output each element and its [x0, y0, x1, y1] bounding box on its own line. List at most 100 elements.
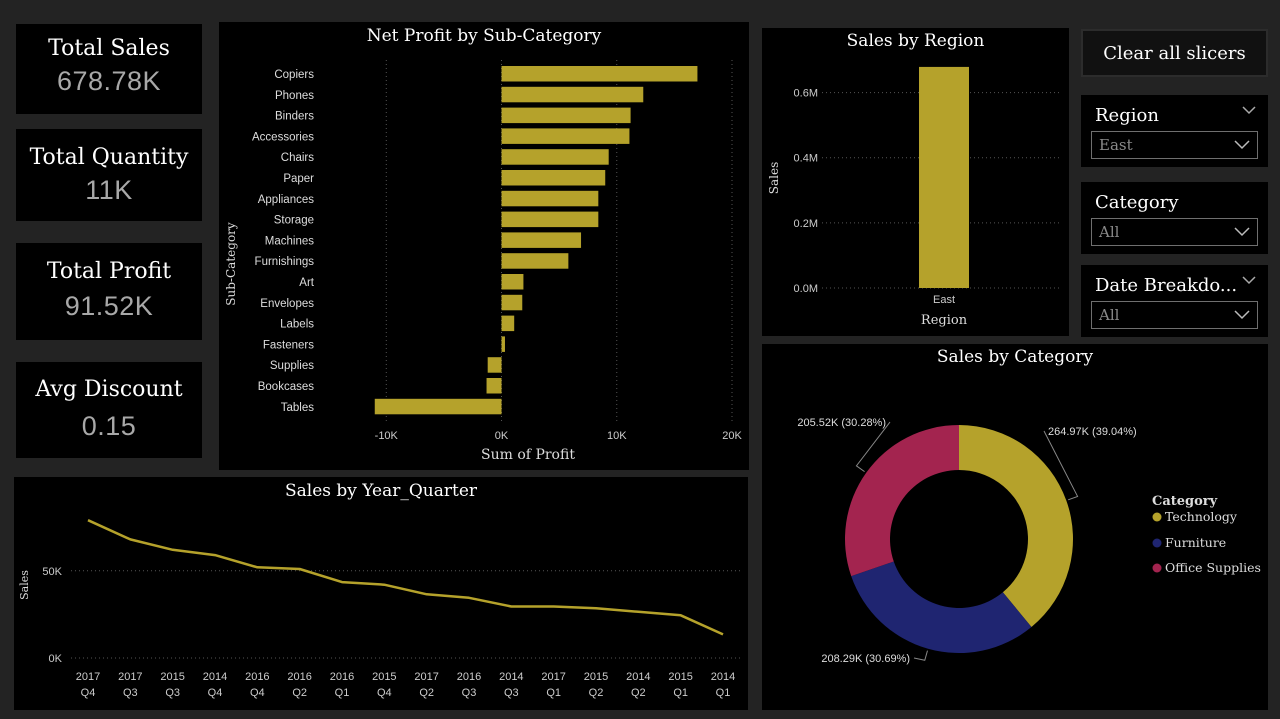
region-slicer: Region East: [1081, 95, 1268, 167]
profit-category-label: Envelopes: [260, 298, 314, 310]
quarter-x-tick-year: 2015: [160, 671, 184, 683]
quarter-x-tick-year: 2016: [330, 671, 354, 683]
donut-data-label: 264.97K (39.04%): [1048, 426, 1137, 438]
profit-bar: [486, 378, 502, 394]
profit-bar: [501, 128, 630, 144]
quarter-x-tick-year: 2017: [76, 671, 100, 683]
quarter-x-tick-year: 2017: [541, 671, 565, 683]
quarter-x-tick-quarter: Q2: [292, 687, 307, 699]
kpi-total-profit-value: 91.52K: [64, 291, 154, 321]
region-slicer-title: Region: [1095, 105, 1159, 126]
kpi-total-quantity-card: Total Quantity 11K: [16, 129, 202, 221]
chevron-down-icon[interactable]: [1242, 273, 1256, 289]
region-dropdown[interactable]: East: [1091, 131, 1258, 159]
clear-slicers-button[interactable]: Clear all slicers: [1081, 29, 1268, 77]
category-slicer: Category All: [1081, 182, 1268, 254]
quarter-x-tick-year: 2016: [287, 671, 311, 683]
donut-slice-office-supplies: [845, 425, 959, 577]
quarter-x-tick-year: 2017: [118, 671, 142, 683]
dropdown-arrow-icon: [1233, 224, 1251, 243]
profit-x-tick-label: 20K: [722, 430, 742, 442]
profit-category-label: Tables: [281, 402, 314, 414]
profit-bar: [501, 149, 609, 165]
quarter-y-tick-label: 0K: [49, 653, 63, 665]
profit-bar: [501, 294, 523, 311]
profit-bar: [501, 170, 606, 186]
quarter-x-tick-year: 2015: [584, 671, 608, 683]
profit-category-label: Bookcases: [258, 381, 315, 393]
quarter-x-tick-quarter: Q2: [589, 687, 604, 699]
category-donut-chart: 264.97K (39.04%) 208.29K (30.69%) 205.52K …: [797, 417, 1261, 665]
profit-bar: [374, 398, 502, 415]
kpi-avg-discount-value: 0.15: [81, 411, 137, 441]
kpi-avg-discount-card: Avg Discount 0.15: [16, 362, 202, 458]
profit-bar: [501, 315, 515, 332]
quarter-x-tick-quarter: Q3: [165, 687, 180, 699]
clear-slicers-label: Clear all slicers: [1103, 43, 1246, 64]
profit-category-label: Furnishings: [255, 256, 315, 268]
legend-item-label: Office Supplies: [1165, 560, 1261, 575]
chevron-down-icon[interactable]: [1242, 103, 1256, 119]
donut-data-label: 205.52K (30.28%): [797, 417, 886, 429]
donut-data-label: 208.29K (30.69%): [821, 653, 910, 665]
quarter-x-tick-quarter: Q4: [250, 687, 265, 699]
region-bar: [919, 66, 969, 288]
legend-marker: [1152, 512, 1162, 522]
profit-bar: [501, 211, 599, 228]
legend-marker: [1152, 563, 1162, 573]
profit-bar: [501, 232, 582, 248]
date-dropdown[interactable]: All: [1091, 301, 1258, 329]
legend-item-label: Furniture: [1165, 535, 1226, 550]
profit-category-label: Labels: [280, 319, 314, 331]
donut-slice-furniture: [851, 561, 1032, 653]
profit-bar: [501, 336, 505, 352]
legend-title: Category: [1152, 494, 1218, 509]
kpi-total-sales-label: Total Sales: [48, 36, 170, 61]
profit-category-label: Storage: [274, 215, 314, 227]
region-y-tick-label: 0.2M: [794, 218, 818, 230]
profit-category-label: Phones: [275, 90, 314, 102]
profit-bar: [487, 357, 502, 373]
region-y-tick-label: 0.0M: [794, 283, 818, 295]
category-dropdown-value: All: [1099, 223, 1120, 241]
quarter-x-tick-quarter: Q1: [716, 687, 731, 699]
profit-bar: [501, 190, 599, 207]
quarter-x-tick-year: 2014: [499, 671, 523, 683]
category-slicer-title: Category: [1095, 192, 1179, 213]
quarter-x-tick-year: 2015: [668, 671, 692, 683]
quarter-x-tick-year: 2015: [372, 671, 396, 683]
region-y-tick-label: 0.4M: [794, 153, 818, 165]
region-x-axis-label: Region: [921, 313, 968, 328]
region-bar-chart: 0.0M 0.2M 0.4M 0.6M East Sales Region: [767, 66, 1062, 328]
category-dropdown[interactable]: All: [1091, 218, 1258, 246]
quarter-x-tick-quarter: Q1: [673, 687, 688, 699]
sales-by-quarter-card: Sales by Year_Quarter 0K 50K 2017 Q4 2017 Q3…: [14, 477, 748, 710]
profit-category-label: Art: [299, 277, 315, 289]
kpi-avg-discount-label: Avg Discount: [35, 377, 183, 402]
kpi-total-quantity-value: 11K: [85, 175, 133, 205]
quarter-line-chart: 0K 50K 2017 Q4 2017 Q3 2015 Q3 2014 Q4 2016 Q4 2016…: [18, 519, 741, 699]
profit-bar: [501, 253, 569, 269]
quarter-x-tick-quarter: Q1: [546, 687, 561, 699]
region-y-tick-label: 0.6M: [794, 88, 818, 100]
profit-category-label: Paper: [283, 173, 314, 185]
quarter-x-tick-year: 2016: [245, 671, 269, 683]
profit-category-label: Accessories: [252, 131, 314, 143]
profit-category-label: Supplies: [270, 360, 314, 372]
kpi-total-profit-card: Total Profit 91.52K: [16, 243, 202, 340]
quarter-x-tick-quarter: Q1: [335, 687, 350, 699]
sales-by-category-card: Sales by Category 264.97K (39.04%) 208.29…: [762, 344, 1268, 710]
quarter-x-tick-year: 2016: [457, 671, 481, 683]
sales-by-region-card: Sales by Region 0.0M 0.2M 0.4M 0.6M East Sal…: [762, 28, 1069, 336]
kpi-total-sales-value: 678.78K: [56, 66, 162, 96]
date-slicer-title: Date Breakdo...: [1095, 275, 1238, 296]
quarter-x-tick-quarter: Q4: [81, 687, 96, 699]
profit-bar: [501, 86, 644, 103]
kpi-total-quantity-label: Total Quantity: [29, 145, 189, 170]
donut-leader-line: [913, 650, 928, 661]
quarter-x-tick-quarter: Q4: [208, 687, 223, 699]
profit-bar: [501, 66, 698, 82]
profit-category-label: Chairs: [281, 152, 314, 164]
profit-bar: [501, 107, 631, 124]
quarter-x-tick-year: 2014: [626, 671, 650, 683]
